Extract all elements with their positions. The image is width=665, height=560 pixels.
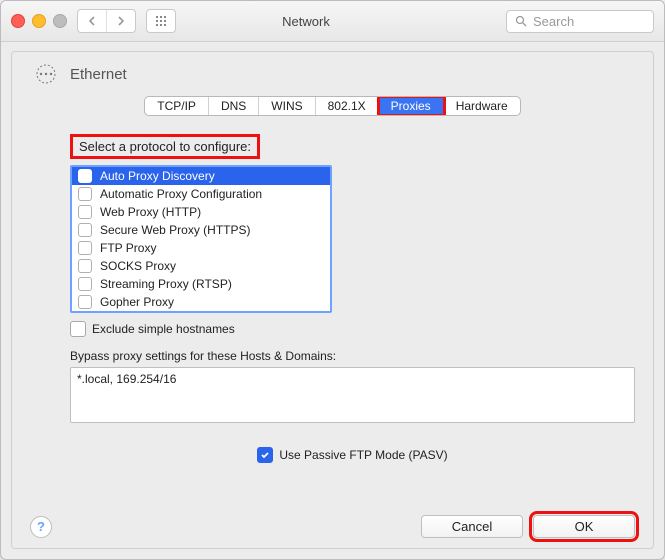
protocol-checkbox[interactable]: [78, 187, 92, 201]
ethernet-icon: [32, 64, 60, 84]
ok-button[interactable]: OK: [533, 515, 635, 538]
protocol-checkbox[interactable]: [78, 223, 92, 237]
protocol-row-gopher-proxy[interactable]: Gopher Proxy: [72, 293, 330, 311]
protocol-list[interactable]: Auto Proxy Discovery Automatic Proxy Con…: [70, 165, 332, 313]
protocol-row-web-proxy[interactable]: Web Proxy (HTTP): [72, 203, 330, 221]
content-panel: Ethernet TCP/IP DNS WINS 802.1X Proxies …: [11, 51, 654, 549]
protocol-row-socks-proxy[interactable]: SOCKS Proxy: [72, 257, 330, 275]
interface-name: Ethernet: [70, 66, 127, 83]
protocol-checkbox[interactable]: [78, 277, 92, 291]
passive-ftp-checkbox[interactable]: [257, 447, 273, 463]
tab-wins[interactable]: WINS: [259, 97, 315, 115]
cancel-button[interactable]: Cancel: [421, 515, 523, 538]
passive-ftp-row[interactable]: Use Passive FTP Mode (PASV): [257, 447, 447, 463]
protocol-label: Gopher Proxy: [100, 295, 174, 309]
protocol-checkbox[interactable]: [78, 241, 92, 255]
footer: ? Cancel OK: [12, 515, 653, 538]
exclude-simple-checkbox[interactable]: [70, 321, 86, 337]
bypass-field[interactable]: *.local, 169.254/16: [70, 367, 635, 423]
help-button[interactable]: ?: [30, 516, 52, 538]
zoom-window-button[interactable]: [53, 14, 67, 28]
titlebar: Network Search: [1, 1, 664, 42]
tab-dns[interactable]: DNS: [209, 97, 259, 115]
search-field[interactable]: Search: [506, 10, 654, 33]
protocol-label: FTP Proxy: [100, 241, 156, 255]
protocol-label: Auto Proxy Discovery: [100, 169, 215, 183]
protocol-checkbox[interactable]: [78, 169, 92, 183]
protocol-label: Automatic Proxy Configuration: [100, 187, 262, 201]
select-protocol-label: Select a protocol to configure:: [70, 134, 260, 159]
window-controls: [11, 14, 67, 28]
back-button[interactable]: [78, 10, 106, 32]
tab-8021x[interactable]: 802.1X: [316, 97, 379, 115]
preferences-window: Network Search Ethernet TCP/IP DNS WIN: [0, 0, 665, 560]
search-icon: [515, 15, 527, 27]
minimize-window-button[interactable]: [32, 14, 46, 28]
protocol-label: SOCKS Proxy: [100, 259, 176, 273]
select-protocol-text: Select a protocol to configure:: [79, 139, 251, 154]
bypass-label: Bypass proxy settings for these Hosts & …: [70, 349, 635, 363]
window-title: Network: [116, 14, 496, 29]
passive-ftp-label: Use Passive FTP Mode (PASV): [279, 448, 447, 462]
protocol-label: Streaming Proxy (RTSP): [100, 277, 232, 291]
protocol-checkbox[interactable]: [78, 205, 92, 219]
tab-proxies[interactable]: Proxies: [379, 97, 444, 115]
tabs: TCP/IP DNS WINS 802.1X Proxies Hardware: [30, 96, 635, 116]
interface-header: Ethernet: [30, 64, 635, 84]
tab-tcpip[interactable]: TCP/IP: [145, 97, 209, 115]
tab-hardware[interactable]: Hardware: [444, 97, 520, 115]
protocol-label: Web Proxy (HTTP): [100, 205, 201, 219]
search-placeholder: Search: [533, 14, 574, 29]
exclude-simple-row[interactable]: Exclude simple hostnames: [70, 321, 635, 337]
protocol-label: Secure Web Proxy (HTTPS): [100, 223, 250, 237]
protocol-row-ftp-proxy[interactable]: FTP Proxy: [72, 239, 330, 257]
protocol-row-auto-config[interactable]: Automatic Proxy Configuration: [72, 185, 330, 203]
protocol-row-secure-web-proxy[interactable]: Secure Web Proxy (HTTPS): [72, 221, 330, 239]
close-window-button[interactable]: [11, 14, 25, 28]
protocol-checkbox[interactable]: [78, 259, 92, 273]
protocol-row-auto-discovery[interactable]: Auto Proxy Discovery: [72, 167, 330, 185]
bypass-value: *.local, 169.254/16: [77, 372, 176, 386]
protocol-row-streaming-proxy[interactable]: Streaming Proxy (RTSP): [72, 275, 330, 293]
protocol-checkbox[interactable]: [78, 295, 92, 309]
exclude-simple-label: Exclude simple hostnames: [92, 322, 235, 336]
proxies-pane: Select a protocol to configure: Auto Pro…: [30, 134, 635, 463]
